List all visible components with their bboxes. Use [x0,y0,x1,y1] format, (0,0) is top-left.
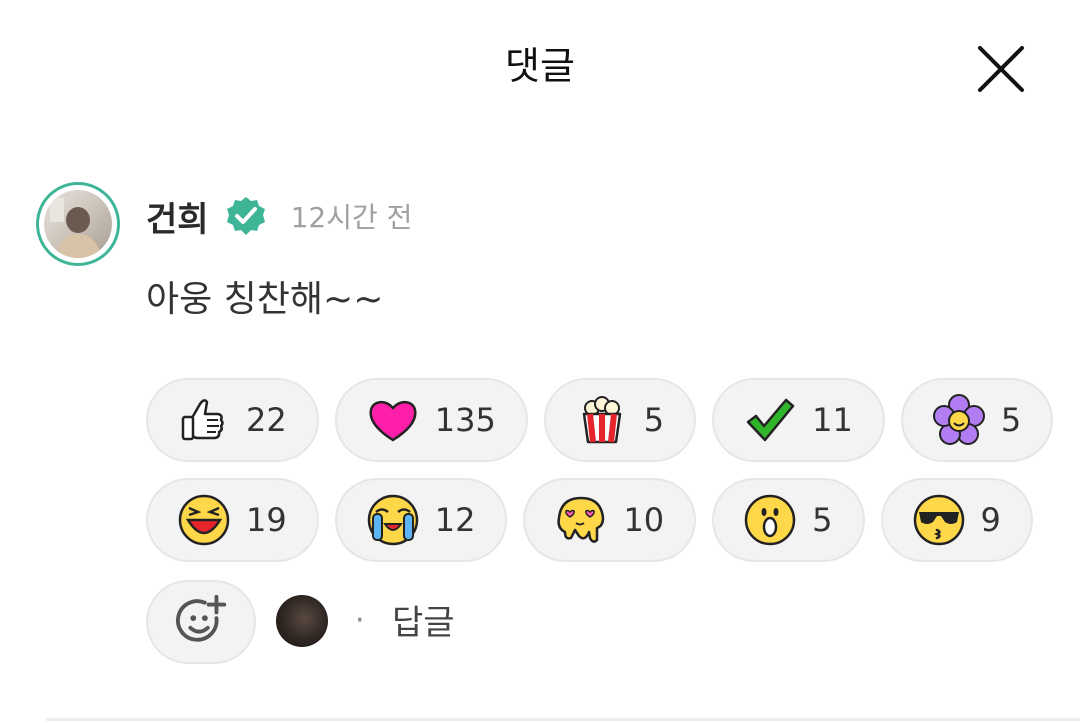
reaction-heart[interactable]: 135 [334,378,528,462]
comment-header: 건희 12시간 전 [146,190,412,242]
add-emoji-icon [176,594,227,642]
close-button[interactable] [974,42,1028,96]
comment-text: 아웅 칭찬해~~ [146,279,384,320]
add-reaction-button[interactable] [146,580,256,664]
page-title: 댓글 [505,44,575,88]
reaction-count: 19 [246,501,287,539]
reaction-flower[interactable]: 5 [900,378,1054,462]
reaction-count: 22 [246,401,287,439]
reactions-row-1: 22 135 5 11 5 [146,378,1054,462]
reaction-count: 12 [434,501,476,539]
close-icon [978,46,1024,92]
thumbs-up-icon [181,399,224,441]
reaction-count: 5 [643,401,665,439]
popcorn-icon [582,396,622,444]
flower-icon [932,394,985,445]
comment-time: 12시간 전 [290,201,413,234]
reaction-count: 11 [812,401,853,439]
surprised-face-icon [744,494,796,546]
reaction-count: 135 [434,401,496,439]
reaction-popcorn[interactable]: 5 [543,378,697,462]
sunglasses-kiss-face-icon [913,494,964,546]
separator-dot: · [355,603,365,638]
reply-button[interactable]: 답글 [392,600,455,646]
author-name[interactable]: 건희 [146,192,209,241]
reaction-sunglasses-kiss[interactable]: 9 [880,478,1033,562]
laughing-face-icon [178,494,230,546]
divider [46,718,1080,721]
author-avatar[interactable] [36,182,120,266]
reaction-count: 9 [980,501,1001,539]
reaction-crying[interactable]: 12 [334,478,508,562]
melting-face-icon [557,496,605,543]
crying-face-icon [367,494,418,546]
heart-icon [369,401,417,442]
reaction-surprised[interactable]: 5 [712,478,865,562]
reaction-count: 10 [623,501,665,539]
reaction-thumbs-up[interactable]: 22 [146,378,319,462]
check-icon [746,398,795,442]
reaction-check[interactable]: 11 [712,378,885,462]
reaction-count: 5 [812,501,833,539]
reaction-melting[interactable]: 10 [523,478,697,562]
liker-avatar[interactable] [276,595,328,647]
verified-badge-icon [226,197,265,235]
avatar-photo [44,190,112,258]
reaction-count: 5 [1000,401,1022,439]
reaction-laughing[interactable]: 19 [146,478,319,562]
reactions-row-2: 19 12 10 5 9 [146,478,1033,562]
